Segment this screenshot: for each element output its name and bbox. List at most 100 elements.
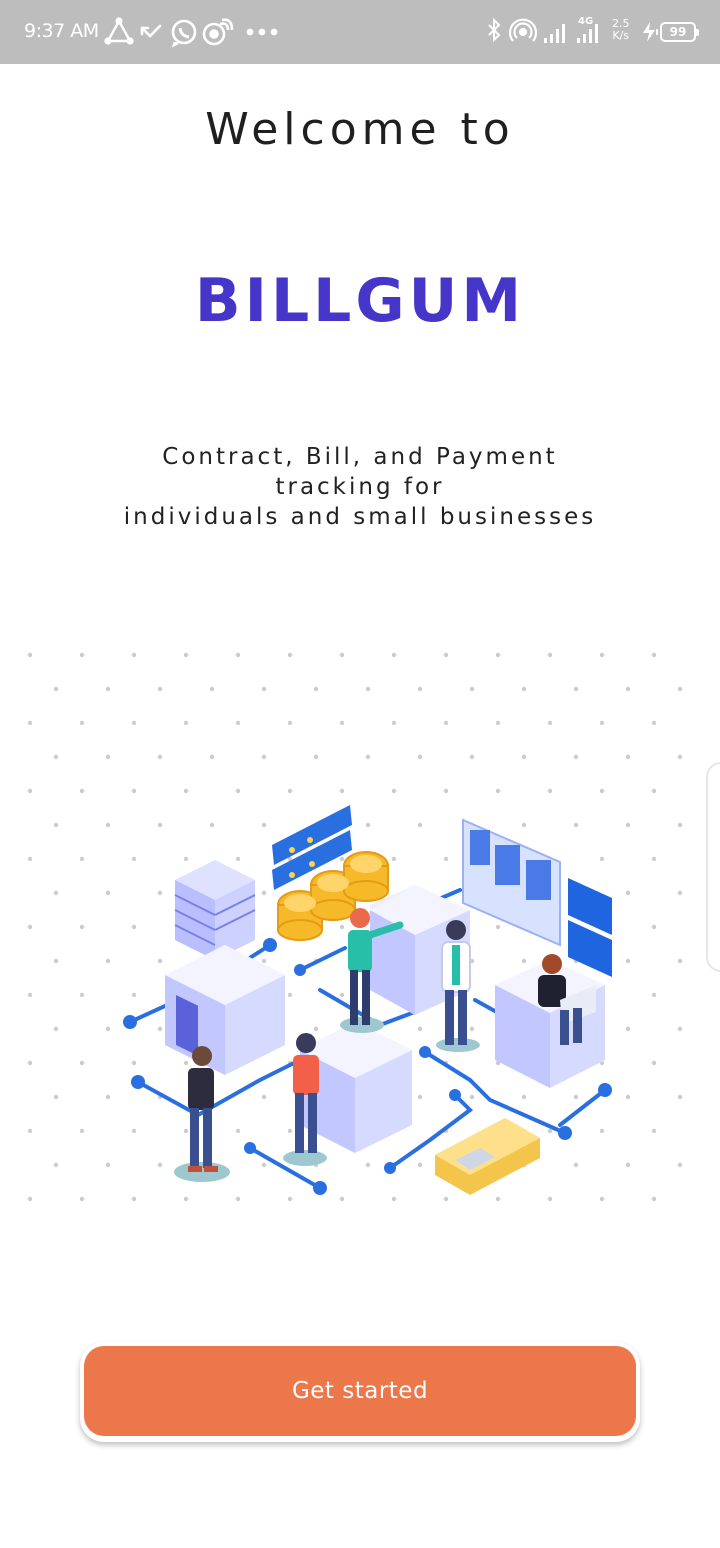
background-dot bbox=[495, 1196, 501, 1202]
background-dot bbox=[599, 788, 605, 794]
background-dot bbox=[651, 1196, 657, 1202]
background-dot bbox=[443, 1196, 449, 1202]
background-dot bbox=[365, 754, 371, 760]
background-dot bbox=[547, 1128, 553, 1134]
background-dot bbox=[677, 754, 683, 760]
background-dot bbox=[157, 1026, 163, 1032]
background-dot bbox=[417, 1094, 423, 1100]
background-dot bbox=[651, 856, 657, 862]
background-dot bbox=[53, 1026, 59, 1032]
tagline-line-2: tracking for bbox=[275, 474, 445, 500]
edge-panel-handle[interactable] bbox=[706, 762, 720, 972]
background-dot bbox=[625, 1026, 631, 1032]
background-dot bbox=[625, 1094, 631, 1100]
background-dot bbox=[157, 1162, 163, 1168]
bluetooth-icon bbox=[488, 17, 501, 43]
background-dot bbox=[469, 754, 475, 760]
background-dot bbox=[131, 1196, 137, 1202]
background-dot bbox=[53, 822, 59, 828]
background-dot bbox=[677, 890, 683, 896]
background-dot bbox=[53, 1162, 59, 1168]
background-dot bbox=[27, 788, 33, 794]
background-dot bbox=[183, 1196, 189, 1202]
background-dot bbox=[365, 686, 371, 692]
background-dot bbox=[365, 1162, 371, 1168]
background-dot bbox=[651, 652, 657, 658]
svg-text:4G: 4G bbox=[578, 16, 593, 27]
sync-icon bbox=[202, 18, 234, 46]
background-dot bbox=[625, 890, 631, 896]
background-dot bbox=[417, 754, 423, 760]
background-dot bbox=[157, 754, 163, 760]
background-dot bbox=[677, 958, 683, 964]
background-dot bbox=[53, 1094, 59, 1100]
background-dot bbox=[287, 1128, 293, 1134]
background-dot bbox=[339, 924, 345, 930]
background-dot bbox=[79, 924, 85, 930]
background-dot bbox=[105, 958, 111, 964]
background-dot bbox=[677, 686, 683, 692]
background-dot bbox=[209, 686, 215, 692]
battery-icon: 99 bbox=[660, 22, 699, 42]
background-dot bbox=[417, 1162, 423, 1168]
background-dot bbox=[313, 1026, 319, 1032]
background-dot bbox=[573, 754, 579, 760]
get-started-button-frame: Get started bbox=[80, 1342, 640, 1442]
background-dot bbox=[495, 652, 501, 658]
background-dot bbox=[677, 1026, 683, 1032]
background-dot bbox=[105, 822, 111, 828]
background-dot bbox=[547, 1196, 553, 1202]
background-dot bbox=[339, 856, 345, 862]
whatsapp-icon bbox=[171, 19, 197, 48]
background-dot bbox=[365, 822, 371, 828]
background-dot bbox=[443, 720, 449, 726]
brand-name: BILLGUM bbox=[194, 266, 526, 336]
background-dot bbox=[79, 1128, 85, 1134]
background-dot bbox=[287, 652, 293, 658]
background-dot bbox=[235, 652, 241, 658]
background-dot bbox=[131, 1060, 137, 1066]
blockchain-servers-illustration bbox=[27, 652, 683, 1202]
background-dot bbox=[261, 686, 267, 692]
background-dot bbox=[79, 652, 85, 658]
background-dot bbox=[27, 720, 33, 726]
charging-icon bbox=[643, 22, 658, 42]
more-dots-icon bbox=[246, 28, 278, 36]
background-dot bbox=[625, 686, 631, 692]
background-dot bbox=[157, 890, 163, 896]
background-dot bbox=[287, 720, 293, 726]
signal-4g-icon: 4G bbox=[577, 16, 598, 43]
background-dot bbox=[27, 1060, 33, 1066]
background-dot bbox=[209, 822, 215, 828]
background-dot bbox=[313, 686, 319, 692]
background-dot bbox=[495, 788, 501, 794]
background-dot bbox=[573, 686, 579, 692]
background-dot bbox=[261, 1162, 267, 1168]
background-dot bbox=[391, 652, 397, 658]
server-block-left bbox=[165, 945, 285, 1075]
status-time: 9:37 AM bbox=[24, 20, 99, 42]
background-dot bbox=[339, 788, 345, 794]
background-dot bbox=[27, 1128, 33, 1134]
background-dot bbox=[651, 1128, 657, 1134]
background-dot bbox=[599, 856, 605, 862]
background-dot bbox=[79, 856, 85, 862]
background-dot bbox=[339, 720, 345, 726]
background-dot bbox=[183, 720, 189, 726]
background-dot bbox=[105, 890, 111, 896]
background-dot bbox=[573, 822, 579, 828]
background-dot bbox=[547, 720, 553, 726]
background-dot bbox=[27, 924, 33, 930]
cash-stack bbox=[435, 1118, 540, 1195]
get-started-button[interactable]: Get started bbox=[84, 1346, 636, 1436]
background-dot bbox=[391, 788, 397, 794]
background-dot bbox=[651, 992, 657, 998]
signal-icon bbox=[544, 24, 565, 43]
background-dot bbox=[131, 720, 137, 726]
background-dot bbox=[79, 788, 85, 794]
background-dot bbox=[287, 1196, 293, 1202]
background-dot bbox=[521, 754, 527, 760]
background-dot bbox=[469, 686, 475, 692]
background-dot bbox=[391, 720, 397, 726]
tagline-line-3: individuals and small businesses bbox=[123, 504, 597, 530]
